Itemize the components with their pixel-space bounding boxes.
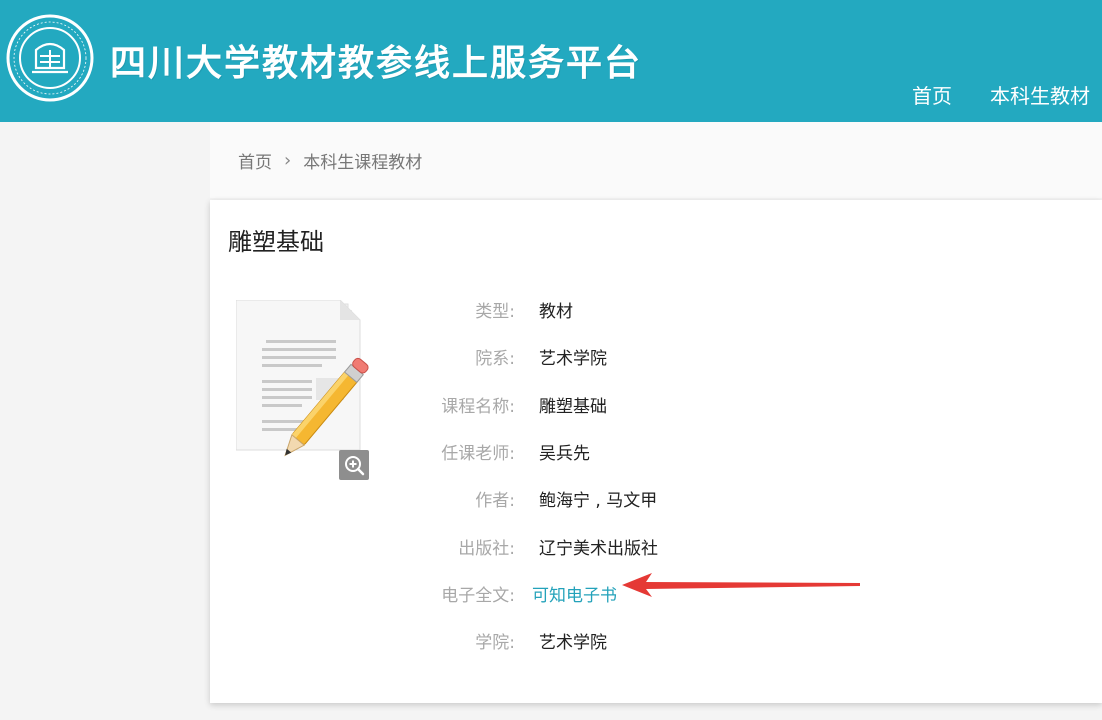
info-row-type: 类型: 教材 bbox=[410, 286, 930, 333]
top-nav: 首页 本科生教材 bbox=[912, 80, 1090, 109]
info-label: 电子全文: bbox=[441, 585, 515, 606]
info-value: 艺术学院 bbox=[539, 349, 607, 370]
info-row-college: 学院: 艺术学院 bbox=[410, 617, 930, 664]
ebook-link[interactable]: 可知电子书 bbox=[532, 581, 617, 606]
info-row-department: 院系: 艺术学院 bbox=[410, 333, 930, 380]
chevron-right-icon: › bbox=[284, 150, 292, 171]
book-detail-card: 雕塑基础 类型: 教材 院系: 艺术学院 课程名称: 雕塑基础 任课老师: 吴兵… bbox=[210, 200, 1102, 703]
info-row-publisher: 出版社: 辽宁美术出版社 bbox=[410, 522, 930, 569]
info-label: 作者: bbox=[475, 491, 515, 512]
info-label: 出版社: bbox=[458, 538, 515, 559]
info-label: 课程名称: bbox=[441, 396, 515, 417]
nav-undergrad-textbooks[interactable]: 本科生教材 bbox=[990, 80, 1090, 109]
info-label: 类型: bbox=[475, 302, 515, 323]
info-value: 艺术学院 bbox=[539, 633, 607, 654]
breadcrumb-bar: 首页 › 本科生课程教材 bbox=[210, 122, 1102, 198]
breadcrumb-current[interactable]: 本科生课程教材 bbox=[303, 148, 422, 173]
breadcrumb: 首页 › 本科生课程教材 bbox=[238, 148, 422, 173]
info-label: 任课老师: bbox=[441, 444, 515, 465]
info-value: 雕塑基础 bbox=[539, 396, 607, 417]
breadcrumb-home[interactable]: 首页 bbox=[238, 148, 272, 173]
nav-home[interactable]: 首页 bbox=[912, 80, 952, 109]
site-header: 四川大学教材教参线上服务平台 首页 本科生教材 bbox=[0, 0, 1102, 122]
site-title: 四川大学教材教参线上服务平台 bbox=[110, 42, 643, 84]
info-value: 辽宁美术出版社 bbox=[539, 538, 658, 559]
info-value: 教材 bbox=[539, 302, 573, 323]
info-value: 吴兵先 bbox=[539, 444, 590, 465]
university-seal-icon[interactable] bbox=[6, 14, 94, 102]
info-label: 院系: bbox=[475, 349, 515, 370]
info-row-teacher: 任课老师: 吴兵先 bbox=[410, 428, 930, 475]
info-value: 鲍海宁 , 马文甲 bbox=[539, 491, 658, 512]
info-label: 学院: bbox=[475, 633, 515, 654]
info-row-author: 作者: 鲍海宁 , 马文甲 bbox=[410, 475, 930, 522]
book-title: 雕塑基础 bbox=[228, 228, 324, 256]
red-arrow-annotation bbox=[622, 573, 860, 597]
zoom-in-icon[interactable] bbox=[339, 450, 369, 480]
book-info-list: 类型: 教材 院系: 艺术学院 课程名称: 雕塑基础 任课老师: 吴兵先 作者:… bbox=[410, 286, 930, 664]
info-row-course-name: 课程名称: 雕塑基础 bbox=[410, 381, 930, 428]
document-with-pencil-icon[interactable] bbox=[236, 300, 371, 460]
